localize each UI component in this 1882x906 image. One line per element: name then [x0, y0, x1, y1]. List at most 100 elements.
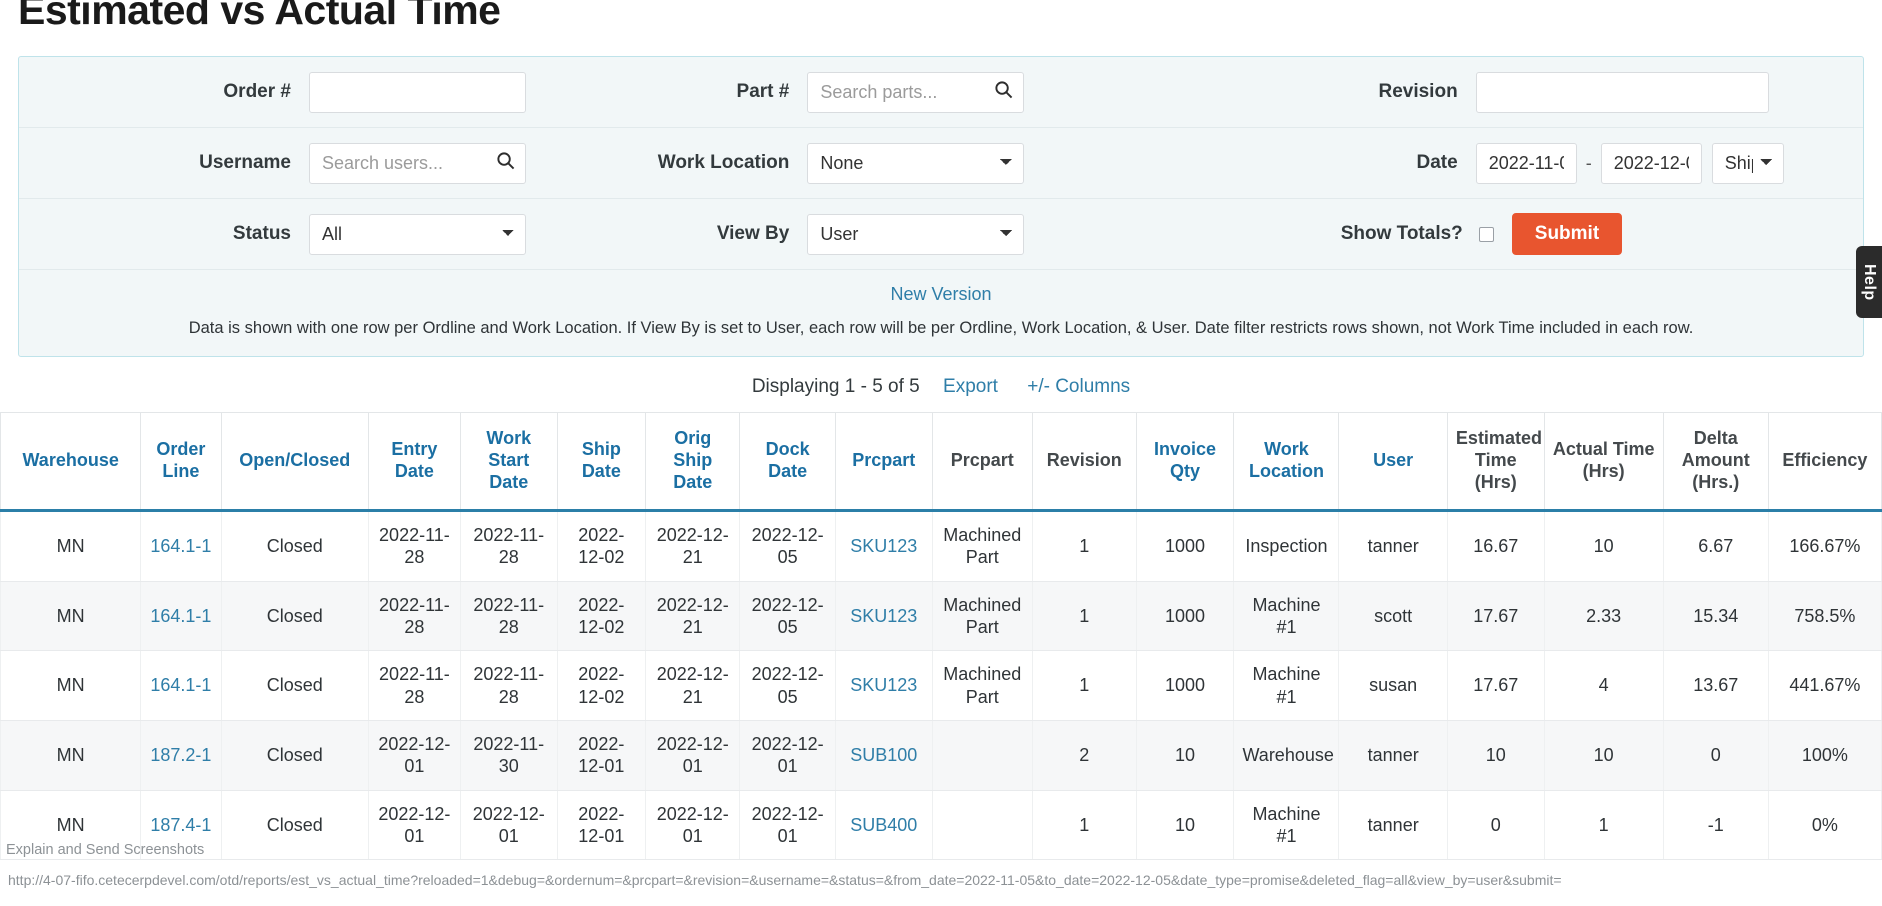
filter-row-2: Username Work Location None Date [19, 128, 1863, 199]
username-input[interactable] [309, 142, 526, 184]
column-header-dock-date[interactable]: Dock Date [739, 412, 836, 512]
column-header-user[interactable]: User [1338, 412, 1448, 512]
order-line-link[interactable]: 187.2-1 [150, 745, 211, 765]
show-totals-checkbox[interactable] [1478, 226, 1494, 242]
toggle-columns-link[interactable]: +/- Columns [1027, 376, 1130, 397]
prcpart-link-link[interactable]: SUB400 [850, 815, 917, 835]
column-header-warehouse[interactable]: Warehouse [0, 412, 142, 512]
cell-prcpart-link[interactable]: SKU123 [834, 650, 933, 721]
order-line-link[interactable]: 164.1-1 [150, 536, 211, 556]
results-bar: Displaying 1 - 5 of 5 Export +/- Columns [0, 357, 1882, 412]
filter-row-1: Order # Part # Revision [19, 57, 1863, 128]
column-header-prcpart[interactable]: Prcpart [834, 412, 933, 512]
field-work-location: Work Location None [625, 128, 1234, 198]
cell-delta-amount: 6.67 [1662, 510, 1769, 582]
column-header-efficiency: Efficiency [1767, 412, 1882, 512]
cell-work-start-date: 2022-11-30 [459, 720, 558, 791]
help-tab-label: Help [1861, 263, 1878, 301]
report-page: Estimated vs Actual Time Order # Part # [0, 0, 1882, 894]
date-type-select[interactable]: Ship I [1711, 142, 1784, 184]
cell-ship-date: 2022-12-01 [556, 720, 647, 791]
screenshot-overlay-note: Explain and Send Screenshots [6, 842, 205, 858]
cell-estimated-time: 0 [1446, 790, 1545, 861]
cell-dock-date: 2022-12-01 [739, 720, 836, 791]
table-body: MN 164.1-1 Closed 2022-11-28 2022-11-28 2022-… [0, 510, 1882, 861]
export-link[interactable]: Export [943, 376, 998, 397]
column-header-delta-amount-hrs: Delta Amount (Hrs.) [1662, 412, 1769, 512]
column-header-ship-date[interactable]: Ship Date [556, 412, 647, 512]
cell-invoice-qty: 1000 [1135, 650, 1235, 721]
cell-order-line[interactable]: 164.1-1 [140, 650, 222, 721]
date-to-input[interactable] [1600, 142, 1702, 184]
cell-efficiency: 758.5% [1767, 581, 1882, 652]
cell-ship-date: 2022-12-02 [556, 650, 647, 721]
order-line-link[interactable]: 164.1-1 [150, 606, 211, 626]
order-number-label: Order # [223, 81, 291, 102]
cell-prcpart-link[interactable]: SKU123 [834, 510, 933, 582]
status-select[interactable]: All [309, 213, 526, 255]
column-header-actual-time-hrs: Actual Time (Hrs) [1543, 412, 1664, 512]
cell-actual-time: 4 [1543, 650, 1664, 721]
part-number-label: Part # [736, 81, 790, 102]
date-label: Date [1416, 152, 1458, 173]
prcpart-link-link[interactable]: SUB100 [850, 745, 917, 765]
prcpart-link-link[interactable]: SKU123 [850, 536, 917, 556]
table-row: MN 164.1-1 Closed 2022-11-28 2022-11-28 2022-… [0, 510, 1882, 582]
cell-revision: 1 [1031, 650, 1137, 721]
cell-open-closed: Closed [220, 790, 369, 861]
cell-order-line[interactable]: 164.1-1 [140, 581, 222, 652]
cell-invoice-qty: 10 [1135, 790, 1235, 861]
cell-user: scott [1338, 581, 1448, 652]
column-header-invoice-qty[interactable]: Invoice Qty [1135, 412, 1235, 512]
filter-row-3: Status All View By User Show Totals? Sub… [19, 199, 1863, 270]
work-location-select[interactable]: None [807, 142, 1025, 184]
cell-work-start-date: 2022-11-28 [459, 650, 558, 721]
table-row: MN 164.1-1 Closed 2022-11-28 2022-11-28 2022-… [0, 650, 1882, 721]
prcpart-link-link[interactable]: SKU123 [850, 606, 917, 626]
table-row: MN 164.1-1 Closed 2022-11-28 2022-11-28 2022-… [0, 581, 1882, 652]
field-order-number: Order # [19, 57, 625, 127]
cell-orig-ship-date: 2022-12-01 [645, 790, 741, 861]
column-header-entry-date[interactable]: Entry Date [367, 412, 461, 512]
results-table: Warehouse Order Line Open/Closed Entry Date… [0, 412, 1882, 861]
part-number-input[interactable] [807, 71, 1025, 113]
cell-prcpart-link[interactable]: SKU123 [834, 581, 933, 652]
column-header-order-line[interactable]: Order Line [140, 412, 222, 512]
order-number-input[interactable] [309, 71, 526, 113]
new-version-link[interactable]: New Version [19, 284, 1863, 305]
cell-actual-time: 1 [1543, 790, 1664, 861]
column-header-work-start-date[interactable]: Work Start Date [459, 412, 558, 512]
cell-work-start-date: 2022-11-28 [459, 510, 558, 582]
cell-order-line[interactable]: 187.2-1 [140, 720, 222, 791]
cell-revision: 1 [1031, 790, 1137, 861]
date-from-input[interactable] [1475, 142, 1577, 184]
cell-user: tanner [1338, 720, 1448, 791]
field-view-by: View By User [625, 199, 1234, 269]
cell-revision: 1 [1031, 581, 1137, 652]
order-line-link[interactable]: 187.4-1 [150, 815, 211, 835]
order-line-link[interactable]: 164.1-1 [150, 675, 211, 695]
cell-open-closed: Closed [220, 650, 369, 721]
cell-user: susan [1338, 650, 1448, 721]
column-header-orig-ship-date[interactable]: Orig Ship Date [645, 412, 741, 512]
column-header-estimated-time-hrs: Estimated Time (Hrs) [1446, 412, 1545, 512]
column-header-prcpart: Prcpart [931, 412, 1033, 512]
revision-input[interactable] [1475, 71, 1769, 113]
cell-order-line[interactable]: 164.1-1 [140, 510, 222, 582]
username-search-wrap [309, 142, 526, 184]
column-header-work-location[interactable]: Work Location [1233, 412, 1340, 512]
cell-open-closed: Closed [220, 510, 369, 582]
cell-warehouse: MN [0, 581, 142, 652]
help-tab-button[interactable]: Help [1856, 246, 1882, 318]
view-by-select[interactable]: User [807, 213, 1025, 255]
field-submit-group: Show Totals? Submit [1235, 199, 1863, 269]
panel-footer: New Version Data is shown with one row p… [19, 270, 1863, 356]
cell-prcpart-link[interactable]: SUB400 [834, 790, 933, 861]
cell-prcpart-link[interactable]: SUB100 [834, 720, 933, 791]
column-header-open-closed[interactable]: Open/Closed [220, 412, 369, 512]
submit-button[interactable]: Submit [1511, 212, 1623, 256]
prcpart-link-link[interactable]: SKU123 [850, 675, 917, 695]
cell-warehouse: MN [0, 510, 142, 582]
cell-invoice-qty: 1000 [1135, 581, 1235, 652]
date-range-separator: - [1585, 152, 1592, 173]
